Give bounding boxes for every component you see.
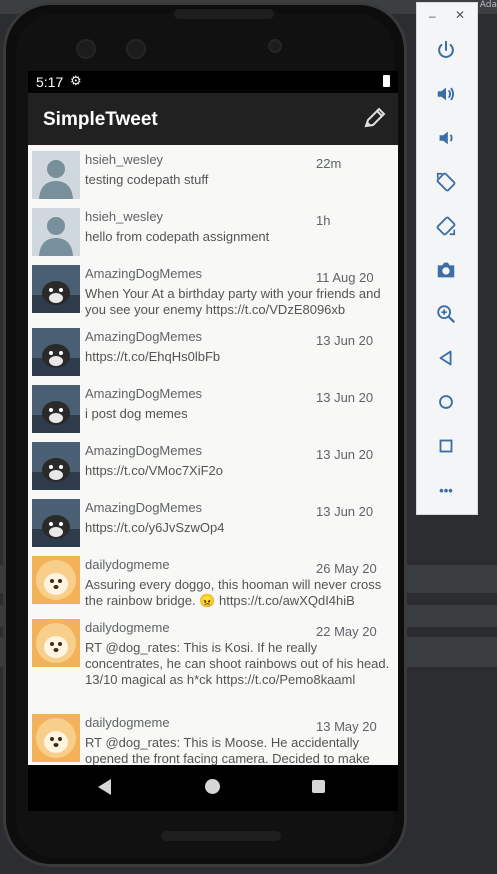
avatar	[32, 265, 80, 313]
top-speaker	[174, 9, 274, 19]
tweet-time: 22m	[316, 156, 342, 171]
tweet-handle: AmazingDogMemes	[85, 500, 203, 515]
avatar	[32, 151, 80, 199]
battery-icon	[383, 75, 390, 87]
tweet-text: When Your At a birthday party with your …	[85, 286, 381, 317]
tweet-text: i post dog memes	[85, 406, 188, 421]
back-icon[interactable]	[432, 344, 460, 372]
bottom-speaker	[161, 831, 281, 841]
avatar	[32, 499, 80, 547]
tweet-item[interactable]: dailydogmeme 22 May 20 RT @dog_rates: Th…	[28, 613, 398, 708]
avatar	[32, 714, 80, 762]
tweet-item[interactable]: AmazingDogMemes 13 Jun 20 https://t.co/E…	[28, 322, 398, 379]
tweet-handle: AmazingDogMemes	[85, 443, 203, 458]
tweet-time: 11 Aug 20	[316, 270, 374, 285]
tweet-time: 13 May 20	[316, 719, 377, 734]
tweet-handle: AmazingDogMemes	[85, 386, 203, 401]
avatar	[32, 619, 80, 667]
tweet-time: 13 Jun 20	[316, 504, 374, 519]
tweet-time: 1h	[316, 213, 331, 228]
tweet-item[interactable]: dailydogmeme 13 May 20 RT @dog_rates: Th…	[28, 708, 398, 765]
nav-recents-icon[interactable]	[312, 780, 325, 793]
volume-down-icon[interactable]	[432, 124, 460, 152]
tweet-item[interactable]: hsieh_wesley 1h hello from codepath assi…	[28, 202, 398, 259]
tweet-item[interactable]: dailydogmeme 26 May 20 Assuring every do…	[28, 550, 398, 613]
tweet-time: 13 Jun 20	[316, 447, 374, 462]
emulator-control-panel: – ✕ •••	[416, 2, 478, 515]
tweet-time: 13 Jun 20	[316, 333, 374, 348]
app-bar: SimpleTweet	[28, 93, 398, 145]
rotate-right-icon[interactable]	[432, 212, 460, 240]
tweet-handle: AmazingDogMemes	[85, 329, 203, 344]
tweet-handle: hsieh_wesley	[85, 152, 164, 167]
tweet-text: https://t.co/y6JvSzwOp4	[85, 520, 225, 535]
rotate-left-icon[interactable]	[432, 168, 460, 196]
app-title: SimpleTweet	[43, 109, 158, 130]
tweet-item[interactable]: AmazingDogMemes 13 Jun 20 https://t.co/V…	[28, 436, 398, 493]
settings-gear-icon: ⚙	[70, 73, 82, 88]
tweet-timeline[interactable]: hsieh_wesley 22m testing codepath stuff …	[28, 145, 398, 765]
avatar	[32, 556, 80, 604]
tweet-handle: hsieh_wesley	[85, 209, 164, 224]
tweet-time: 22 May 20	[316, 624, 377, 639]
close-button[interactable]: ✕	[455, 8, 465, 22]
panel-titlebar: – ✕	[417, 3, 477, 29]
minimize-button[interactable]: –	[429, 9, 436, 23]
phone-frame: 5:17 ⚙ SimpleTweet hsieh_wesley 22m test…	[3, 2, 407, 867]
device-screen: 5:17 ⚙ SimpleTweet hsieh_wesley 22m test…	[28, 71, 398, 811]
nav-back-icon[interactable]	[98, 779, 111, 795]
tweet-text: RT @dog_rates: This is Moose. He acciden…	[85, 735, 370, 765]
volume-up-icon[interactable]	[432, 80, 460, 108]
avatar	[32, 385, 80, 433]
tweet-text: https://t.co/EhqHs0lbFb	[85, 349, 221, 364]
tweet-text: testing codepath stuff	[85, 172, 209, 187]
compose-pencil-icon[interactable]	[362, 105, 388, 131]
tweet-text: Assuring every doggo, this hooman will n…	[85, 577, 382, 608]
tweet-time: 13 Jun 20	[316, 390, 374, 405]
tweet-item[interactable]: AmazingDogMemes 13 Jun 20 i post dog mem…	[28, 379, 398, 436]
avatar	[32, 208, 80, 256]
power-icon[interactable]	[432, 36, 460, 64]
nav-home-icon[interactable]	[205, 779, 220, 794]
tweet-handle: dailydogmeme	[85, 715, 170, 730]
avatar	[32, 328, 80, 376]
tweet-text: hello from codepath assignment	[85, 229, 270, 244]
sensor-icon	[268, 39, 282, 53]
avatar	[32, 442, 80, 490]
home-icon[interactable]	[432, 388, 460, 416]
camera-icon[interactable]	[432, 256, 460, 284]
tweet-time: 26 May 20	[316, 561, 377, 576]
front-camera-icon	[76, 39, 96, 59]
overview-icon[interactable]	[432, 432, 460, 460]
tweet-item[interactable]: AmazingDogMemes 11 Aug 20 When Your At a…	[28, 259, 398, 322]
tweet-text: RT @dog_rates: This is Kosi. If he reall…	[85, 640, 390, 687]
more-icon[interactable]: •••	[432, 476, 460, 504]
ide-corner-text: Ada	[479, 0, 497, 10]
status-bar: 5:17 ⚙	[28, 71, 398, 93]
zoom-icon[interactable]	[432, 300, 460, 328]
tweet-handle: AmazingDogMemes	[85, 266, 203, 281]
tweet-item[interactable]: hsieh_wesley 22m testing codepath stuff	[28, 145, 398, 202]
tweet-item[interactable]: AmazingDogMemes 13 Jun 20 https://t.co/y…	[28, 493, 398, 550]
status-time: 5:17	[36, 74, 64, 90]
system-nav-bar	[28, 765, 398, 811]
tweet-text: https://t.co/VMoc7XiF2o	[85, 463, 224, 478]
tweet-handle: dailydogmeme	[85, 620, 170, 635]
tweet-handle: dailydogmeme	[85, 557, 170, 572]
front-camera-icon	[126, 39, 146, 59]
